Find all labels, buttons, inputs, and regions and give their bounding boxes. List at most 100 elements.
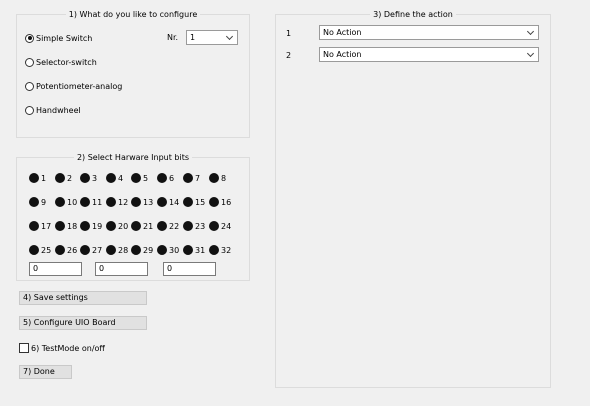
bit-indicator-icon[interactable] [106, 245, 116, 255]
input-bit-1[interactable]: 1 [29, 172, 46, 184]
action-row-index: 1 [286, 29, 292, 38]
bit-indicator-icon[interactable] [157, 197, 167, 207]
testmode-checkbox[interactable] [19, 343, 29, 353]
bit-label: 16 [221, 197, 232, 207]
input-bit-24[interactable]: 24 [209, 220, 231, 232]
testmode-checkbox-row[interactable]: 6) TestMode on/off [19, 342, 105, 354]
bit-indicator-icon[interactable] [55, 197, 65, 207]
action-select-value: No Action [323, 28, 362, 37]
bit-indicator-icon[interactable] [29, 221, 39, 231]
bit-indicator-icon[interactable] [157, 173, 167, 183]
input-bit-9[interactable]: 9 [29, 196, 46, 208]
bit-indicator-icon[interactable] [106, 197, 116, 207]
bit-indicator-icon[interactable] [29, 245, 39, 255]
action-select-1[interactable]: No Action [319, 25, 539, 40]
bit-indicator-icon[interactable] [106, 173, 116, 183]
input-bit-3[interactable]: 3 [80, 172, 97, 184]
bit-indicator-icon[interactable] [183, 245, 193, 255]
bit-indicator-icon[interactable] [80, 245, 90, 255]
bit-indicator-icon[interactable] [29, 197, 39, 207]
bit-indicator-icon[interactable] [131, 197, 141, 207]
input-bit-30[interactable]: 30 [157, 244, 179, 256]
input-bit-27[interactable]: 27 [80, 244, 102, 256]
bit-label: 8 [221, 173, 227, 183]
bit-indicator-icon[interactable] [209, 173, 219, 183]
input-bit-18[interactable]: 18 [55, 220, 77, 232]
input-bit-5[interactable]: 5 [131, 172, 148, 184]
bits-value-input-1[interactable]: 0 [29, 262, 82, 276]
radio-circle-checked[interactable] [25, 33, 34, 43]
input-bit-22[interactable]: 22 [157, 220, 179, 232]
bit-indicator-icon[interactable] [209, 197, 219, 207]
bit-label: 14 [169, 197, 180, 207]
radio-circle[interactable] [25, 81, 34, 91]
input-bit-12[interactable]: 12 [106, 196, 128, 208]
bit-indicator-icon[interactable] [209, 221, 219, 231]
input-bit-2[interactable]: 2 [55, 172, 72, 184]
bit-indicator-icon[interactable] [80, 173, 90, 183]
bit-indicator-icon[interactable] [209, 245, 219, 255]
input-bit-10[interactable]: 10 [55, 196, 77, 208]
radio-simple-switch[interactable]: Simple Switch [25, 32, 92, 44]
bit-label: 22 [169, 221, 180, 231]
input-bit-19[interactable]: 19 [80, 220, 102, 232]
input-bit-15[interactable]: 15 [183, 196, 205, 208]
input-bit-17[interactable]: 17 [29, 220, 51, 232]
hardware-group-title: 2) Select Harware Input bits [73, 153, 193, 162]
bit-indicator-icon[interactable] [131, 245, 141, 255]
radio-potentiometer-analog[interactable]: Potentiometer-analog [25, 80, 122, 92]
configure-uio-board-button[interactable]: 5) Configure UIO Board [19, 316, 147, 330]
bit-indicator-icon[interactable] [80, 197, 90, 207]
nr-select[interactable]: 1 [186, 30, 238, 45]
input-bit-13[interactable]: 13 [131, 196, 153, 208]
bit-indicator-icon[interactable] [131, 173, 141, 183]
bit-label: 5 [143, 173, 149, 183]
input-bit-8[interactable]: 8 [209, 172, 226, 184]
save-settings-button[interactable]: 4) Save settings [19, 291, 147, 305]
bit-indicator-icon[interactable] [157, 245, 167, 255]
bit-indicator-icon[interactable] [131, 221, 141, 231]
input-bit-11[interactable]: 11 [80, 196, 102, 208]
input-bit-6[interactable]: 6 [157, 172, 174, 184]
input-bit-25[interactable]: 25 [29, 244, 51, 256]
bit-indicator-icon[interactable] [55, 245, 65, 255]
input-bit-29[interactable]: 29 [131, 244, 153, 256]
bit-indicator-icon[interactable] [55, 173, 65, 183]
bit-indicator-icon[interactable] [106, 221, 116, 231]
radio-circle[interactable] [25, 57, 34, 67]
bit-label: 15 [195, 197, 206, 207]
input-bit-28[interactable]: 28 [106, 244, 128, 256]
done-button[interactable]: 7) Done [19, 365, 72, 379]
radio-handwheel[interactable]: Handwheel [25, 104, 81, 116]
bit-indicator-icon[interactable] [55, 221, 65, 231]
radio-label: Simple Switch [36, 33, 93, 43]
input-bit-23[interactable]: 23 [183, 220, 205, 232]
input-bit-16[interactable]: 16 [209, 196, 231, 208]
bit-indicator-icon[interactable] [183, 197, 193, 207]
bit-label: 12 [118, 197, 129, 207]
configure-group: 1) What do you like to configure Simple … [16, 10, 250, 138]
bit-label: 23 [195, 221, 206, 231]
input-bit-31[interactable]: 31 [183, 244, 205, 256]
bit-indicator-icon[interactable] [80, 221, 90, 231]
input-bit-26[interactable]: 26 [55, 244, 77, 256]
bit-label: 27 [92, 245, 103, 255]
bits-value-input-3[interactable]: 0 [163, 262, 216, 276]
bit-label: 1 [41, 173, 47, 183]
input-bit-4[interactable]: 4 [106, 172, 123, 184]
bit-indicator-icon[interactable] [29, 173, 39, 183]
bits-value-input-2[interactable]: 0 [95, 262, 148, 276]
input-bit-21[interactable]: 21 [131, 220, 153, 232]
action-select-2[interactable]: No Action [319, 47, 539, 62]
bit-indicator-icon[interactable] [157, 221, 167, 231]
bit-indicator-icon[interactable] [183, 221, 193, 231]
input-bit-14[interactable]: 14 [157, 196, 179, 208]
bit-label: 13 [143, 197, 154, 207]
bit-label: 4 [118, 173, 124, 183]
input-bit-7[interactable]: 7 [183, 172, 200, 184]
radio-selector-switch[interactable]: Selector-switch [25, 56, 97, 68]
bit-indicator-icon[interactable] [183, 173, 193, 183]
radio-circle[interactable] [25, 105, 34, 115]
input-bit-20[interactable]: 20 [106, 220, 128, 232]
input-bit-32[interactable]: 32 [209, 244, 231, 256]
